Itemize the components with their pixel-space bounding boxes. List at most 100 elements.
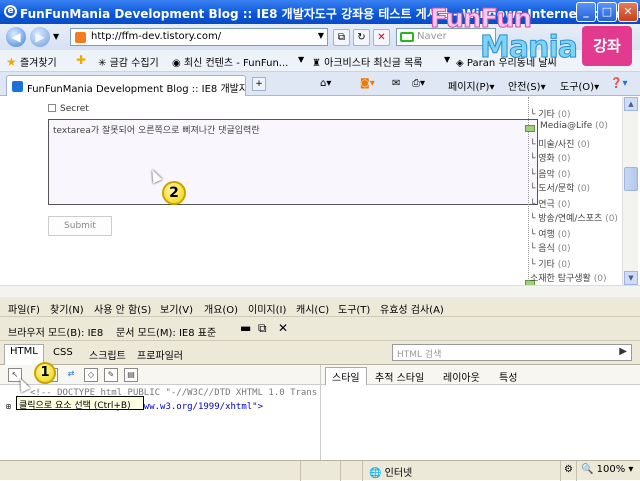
refresh-dom-icon[interactable]: ⇄ (64, 368, 78, 382)
annotation-marker-2: 2 (162, 181, 186, 205)
address-toolbar: ◀ ▶ ▼ http://ffm-dev.tistory.com/ ▼ ⧉ ↻ … (0, 24, 640, 50)
minimize-devtools-icon[interactable]: ▬ (240, 321, 251, 335)
secret-checkbox[interactable]: Secret (48, 104, 89, 114)
zone-label: 인터넷 (384, 468, 413, 479)
word-wrap-icon[interactable]: ▤ (124, 368, 138, 382)
url-field[interactable]: http://ffm-dev.tistory.com/ ▼ (70, 28, 328, 46)
category-item[interactable]: 소재한 탐구생활 (0) (530, 271, 606, 284)
page-menu[interactable]: 페이지(P)▾ (448, 78, 494, 93)
tab-trace-style[interactable]: 추적 스타일 (375, 369, 424, 384)
browser-mode-menu[interactable]: 브라우저 모드(B): IE8 (8, 324, 103, 339)
security-zone[interactable]: 🌐 인터넷 (362, 461, 562, 481)
menu-view[interactable]: 보기(V) (160, 301, 193, 316)
menu-images[interactable]: 이미지(I) (248, 301, 286, 316)
chevron-down-icon[interactable]: ▼ (444, 55, 450, 64)
menu-file[interactable]: 파일(F) (8, 301, 40, 316)
back-button[interactable]: ◀ (6, 27, 26, 47)
status-divider (340, 461, 341, 481)
favorites-button[interactable]: ★ 즐겨찾기 (6, 54, 57, 69)
close-button[interactable]: ✕ (618, 2, 638, 22)
rss-icon[interactable]: ◙▾ (360, 78, 375, 89)
tools-menu-label: 도구(O) (560, 82, 595, 93)
site-favicon-icon (75, 32, 86, 43)
tools-menu[interactable]: 도구(O)▾ (560, 78, 599, 93)
comment-textarea[interactable]: textarea가 잘못되어 오른쪽으로 삐져나간 댓글입력란 (48, 119, 538, 205)
menu-tools[interactable]: 도구(T) (338, 301, 370, 316)
tab-attributes[interactable]: 특성 (499, 369, 517, 384)
search-icon[interactable]: ▶ (619, 346, 627, 357)
menu-validate[interactable]: 유효성 검사(A) (380, 301, 444, 316)
category-item[interactable]: └ 기타 (0) (530, 257, 570, 270)
expand-icon[interactable]: ⊞ (6, 402, 11, 411)
tab-html[interactable]: HTML (4, 344, 44, 365)
maximize-button[interactable]: □ (597, 2, 617, 22)
edit-icon[interactable]: ✎ (104, 368, 118, 382)
add-favorite-icon[interactable]: ✚ (76, 53, 86, 67)
stop-icon[interactable]: ✕ (373, 29, 390, 46)
checkbox-icon[interactable] (48, 104, 56, 112)
page-content: Secret textarea가 잘못되어 오른쪽으로 삐져나간 댓글입력란 S… (0, 97, 622, 285)
favorite-item[interactable]: ♜ 아크비스타 최신글 목록 (312, 54, 423, 69)
tab-profiler[interactable]: 프로파일러 (132, 346, 188, 363)
html-search-placeholder: HTML 검색 (397, 350, 442, 360)
close-devtools-icon[interactable]: ✕ (278, 321, 288, 335)
document-mode-menu[interactable]: 문서 모드(M): IE8 표준 (116, 324, 216, 339)
forward-button[interactable]: ▶ (30, 27, 50, 47)
tab-current[interactable]: FunFunMania Development Blog :: IE8 개발자.… (6, 75, 246, 96)
category-item[interactable]: └ 음악 (0) (530, 167, 570, 180)
category-item[interactable]: └ 연극 (0) (530, 197, 570, 210)
mail-icon[interactable]: ✉ (392, 78, 400, 89)
menu-cache[interactable]: 캐시(C) (296, 301, 329, 316)
refresh-icon[interactable]: ↻ (353, 29, 370, 46)
tab-script[interactable]: 스크립트 (84, 346, 131, 363)
safety-menu[interactable]: 안전(S)▾ (508, 78, 546, 93)
category-item[interactable]: └ 방송/연예/스포츠 (0) (530, 211, 618, 224)
category-item[interactable]: └ 영화 (0) (530, 151, 570, 164)
compat-view-icon[interactable]: ⧉ (333, 29, 350, 46)
menu-find[interactable]: 찾기(N) (50, 301, 84, 316)
category-item[interactable]: Media@Life (0) (540, 121, 608, 131)
submit-button[interactable]: Submit (48, 216, 112, 236)
vertical-scrollbar[interactable]: ▲ ▼ (622, 97, 638, 285)
menu-outline[interactable]: 개요(O) (204, 301, 238, 316)
category-item[interactable]: └ 기타 (0) (530, 107, 570, 120)
favorites-bar: ★ 즐겨찾기 ✚ ✳ 글감 수집기 ◉ 최신 컨텐츠 - FunFun... ▼… (0, 50, 640, 72)
help-icon[interactable]: ❓▾ (610, 78, 627, 89)
scroll-thumb[interactable] (624, 167, 638, 191)
zoom-level: 100% (596, 464, 626, 475)
favorite-item[interactable]: ◉ 최신 컨텐츠 - FunFun... (172, 54, 288, 69)
scroll-up-icon[interactable]: ▲ (624, 97, 638, 111)
category-item[interactable]: └ 도서/문학 (0) (530, 181, 590, 194)
print-icon[interactable]: ⎙▾ (412, 78, 425, 89)
secret-label: Secret (60, 104, 89, 114)
search-input[interactable]: Naver (396, 28, 496, 46)
category-item[interactable]: └ 여행 (0) (530, 227, 570, 240)
favorite-item[interactable]: ◈ Paran 우리동네 날씨 (456, 54, 557, 69)
detach-devtools-icon[interactable]: ⧉ (258, 321, 267, 336)
new-tab-button[interactable]: + (252, 77, 266, 91)
zoom-control[interactable]: 🔍 100% ▾ (576, 461, 640, 481)
html-search-input[interactable]: HTML 검색 ▶ (392, 344, 632, 361)
category-item[interactable]: └ 미술/사진 (0) (530, 137, 590, 150)
search-placeholder: Naver (417, 31, 447, 42)
history-dropdown-icon[interactable]: ▼ (53, 32, 59, 41)
tab-style[interactable]: 스타일 (325, 367, 367, 385)
menu-disable[interactable]: 사용 안 함(S) (94, 301, 151, 316)
horizontal-scrollbar[interactable] (0, 285, 640, 297)
category-count: (0) (557, 244, 571, 254)
category-item[interactable]: └ 음식 (0) (530, 241, 570, 254)
textarea-text: textarea가 잘못되어 오른쪽으로 삐져나간 댓글입력란 (53, 126, 260, 136)
tab-css[interactable]: CSS (48, 346, 78, 359)
devtools-menu-bar: 파일(F) 찾기(N) 사용 안 함(S) 보기(V) 개요(O) 이미지(I)… (0, 297, 640, 317)
scroll-down-icon[interactable]: ▼ (624, 271, 638, 285)
category-name: 음악 (538, 170, 555, 180)
window-title: FunFunMania Development Blog :: IE8 개발자도… (20, 7, 640, 21)
chevron-down-icon[interactable]: ▼ (298, 55, 304, 64)
home-icon[interactable]: ⌂▾ (320, 78, 331, 89)
tab-layout[interactable]: 레이아웃 (443, 369, 480, 384)
minimize-button[interactable]: _ (576, 2, 596, 22)
category-count: (0) (557, 170, 571, 180)
url-dropdown-icon[interactable]: ▼ (318, 31, 324, 40)
favorite-item[interactable]: ✳ 글감 수집기 (98, 54, 159, 69)
source-icon[interactable]: ◇ (84, 368, 98, 382)
